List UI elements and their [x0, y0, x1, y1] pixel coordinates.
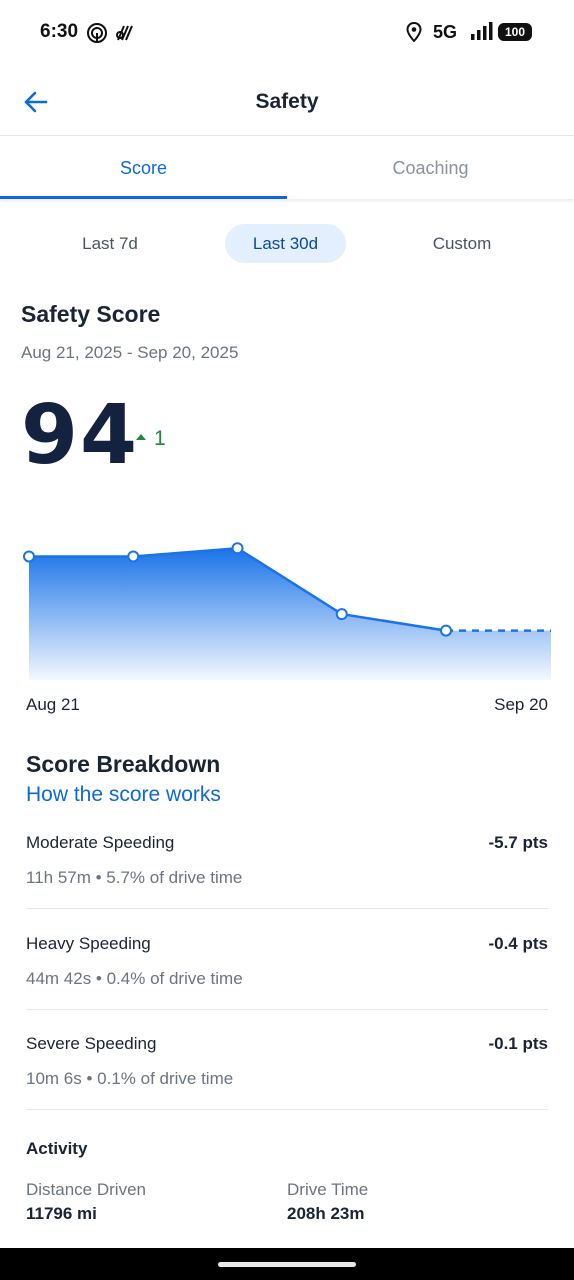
breakdown-item-detail: 10m 6s • 0.1% of drive time	[26, 1069, 234, 1088]
trend-up-icon	[136, 434, 146, 440]
score-delta-value: 1	[154, 427, 166, 450]
chart-point[interactable]	[231, 542, 244, 555]
status-time: 6:30	[40, 21, 79, 42]
breakdown-row-moderate: Moderate Speeding -5.7 pts 11h 57m • 5.7…	[26, 833, 548, 933]
battery-icon: 100	[498, 23, 532, 41]
breakdown-title: Score Breakdown	[26, 751, 221, 777]
breakdown-item-detail: 44m 42s • 0.4% of drive time	[26, 969, 243, 988]
breakdown-item-points: -0.4 pts	[488, 934, 548, 953]
app-bar: Safety	[0, 64, 574, 136]
x-axis-end-label: Sep 20	[494, 695, 548, 714]
chart-point[interactable]	[440, 624, 452, 637]
breakdown-item-points: -5.7 pts	[488, 833, 548, 852]
period-custom[interactable]: Custom	[410, 224, 514, 263]
safety-score-title: Safety Score	[21, 301, 161, 327]
tab-score[interactable]: Score	[0, 137, 287, 199]
period-last-7d[interactable]: Last 7d	[60, 224, 160, 263]
drive-time-value: 208h 23m	[287, 1204, 365, 1223]
breakdown-item-points: -0.1 pts	[488, 1034, 548, 1053]
tab-bar: Score Coaching	[0, 137, 574, 199]
breakdown-item-detail: 11h 57m • 5.7% of drive time	[26, 868, 243, 887]
score-trend-chart	[23, 542, 551, 680]
drive-time-label: Drive Time	[287, 1180, 369, 1199]
divider	[26, 1109, 548, 1110]
tab-indicator	[0, 196, 287, 199]
system-nav-bar	[0, 1248, 574, 1280]
network-type: 5G	[433, 22, 458, 42]
how-score-works-link[interactable]: How the score works	[26, 783, 221, 807]
page-title: Safety	[255, 90, 319, 113]
divider	[26, 908, 548, 909]
breakdown-row-heavy: Heavy Speeding -0.4 pts 44m 42s • 0.4% o…	[26, 934, 548, 1034]
signal-icon	[470, 22, 494, 45]
breakdown-item-name: Heavy Speeding	[26, 934, 151, 953]
breakdown-row-severe: Severe Speeding -0.1 pts 10m 6s • 0.1% o…	[26, 1034, 548, 1134]
breakdown-item-name: Moderate Speeding	[26, 833, 175, 852]
distance-label: Distance Driven	[26, 1180, 146, 1199]
date-range: Aug 21, 2025 - Sep 20, 2025	[21, 343, 239, 362]
chart-point[interactable]	[335, 608, 348, 621]
chart-area	[29, 548, 551, 680]
breakdown-item-name: Severe Speeding	[26, 1034, 157, 1053]
location-icon	[406, 21, 422, 47]
home-handle[interactable]	[218, 1262, 356, 1267]
x-axis-start-label: Aug 21	[26, 695, 80, 714]
distance-value: 11796 mi	[26, 1204, 97, 1223]
app-notification-icon	[114, 22, 134, 47]
period-last-30d[interactable]: Last 30d	[225, 224, 346, 263]
chart-point[interactable]	[127, 550, 140, 563]
score-delta: 1	[136, 427, 166, 451]
tab-coaching[interactable]: Coaching	[287, 137, 574, 199]
status-bar: 6:30 5G 100	[0, 0, 574, 64]
notification-icon	[86, 22, 108, 49]
score-value: 94	[21, 388, 140, 483]
chart-point[interactable]	[23, 550, 35, 563]
divider	[26, 1009, 548, 1010]
activity-title: Activity	[26, 1139, 88, 1158]
